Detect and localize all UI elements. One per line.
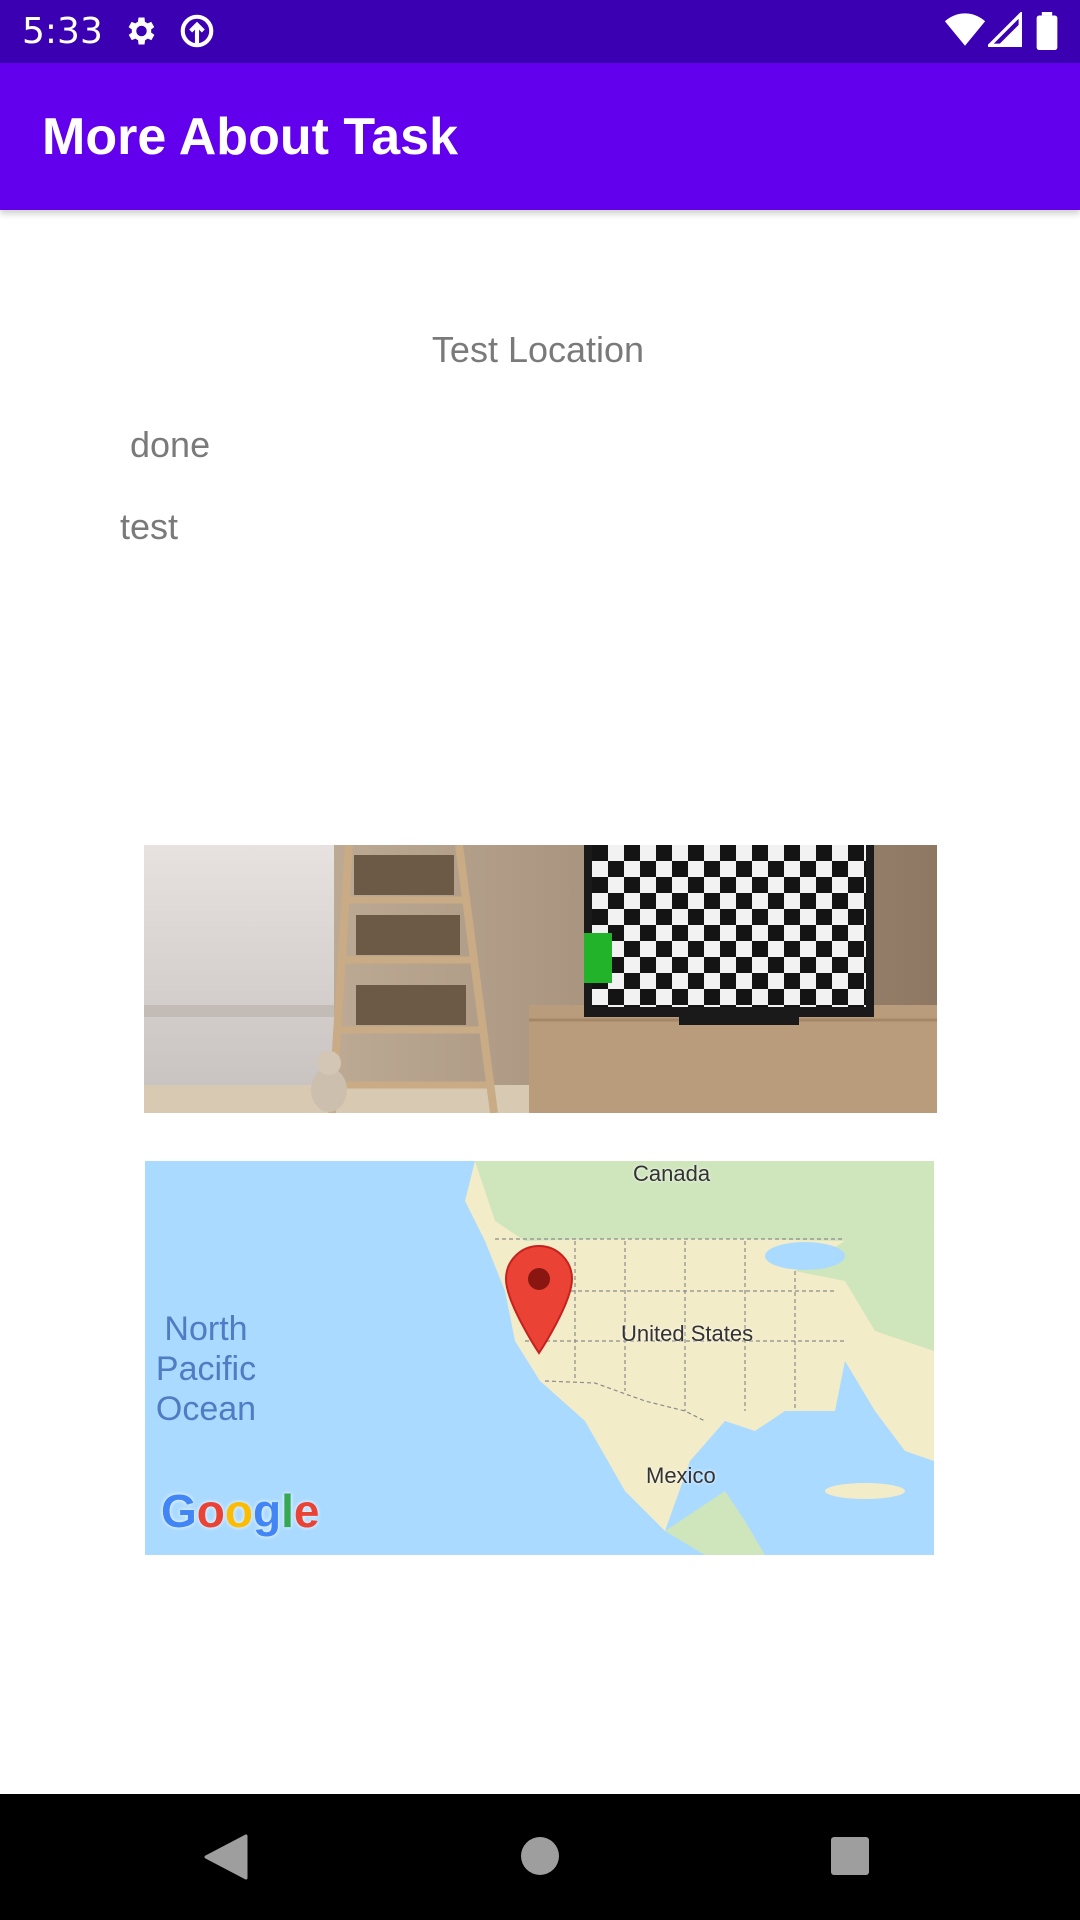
gear-icon: [128, 17, 155, 45]
app-bar: More About Task: [0, 63, 1080, 210]
map-label-usa: United States: [621, 1321, 754, 1346]
wifi-icon: [944, 13, 986, 46]
google-logo: Google: [161, 1485, 320, 1537]
status-time: 5:33: [22, 11, 103, 52]
back-icon[interactable]: [204, 1834, 248, 1880]
task-location: Test Location: [431, 329, 645, 370]
battery-icon: [1036, 12, 1058, 50]
task-status: done: [130, 424, 211, 465]
home-icon[interactable]: [520, 1836, 560, 1876]
page-title: More About Task: [42, 108, 459, 166]
task-photo: [144, 845, 937, 1113]
map-label-canada: Canada: [633, 1161, 711, 1186]
status-bar: 5:33: [0, 0, 1080, 63]
location-map[interactable]: Canada United States Mexico North Pacifi…: [145, 1161, 934, 1555]
signal-icon: [988, 12, 1022, 47]
map-label-mexico: Mexico: [646, 1463, 716, 1488]
task-photo-image: [144, 845, 937, 1113]
navigation-bar: [0, 1794, 1080, 1920]
sync-icon: [180, 14, 214, 48]
recents-icon[interactable]: [830, 1836, 870, 1876]
task-description: test: [120, 506, 179, 547]
map-label-ocean: North Pacific Ocean: [155, 1310, 257, 1428]
